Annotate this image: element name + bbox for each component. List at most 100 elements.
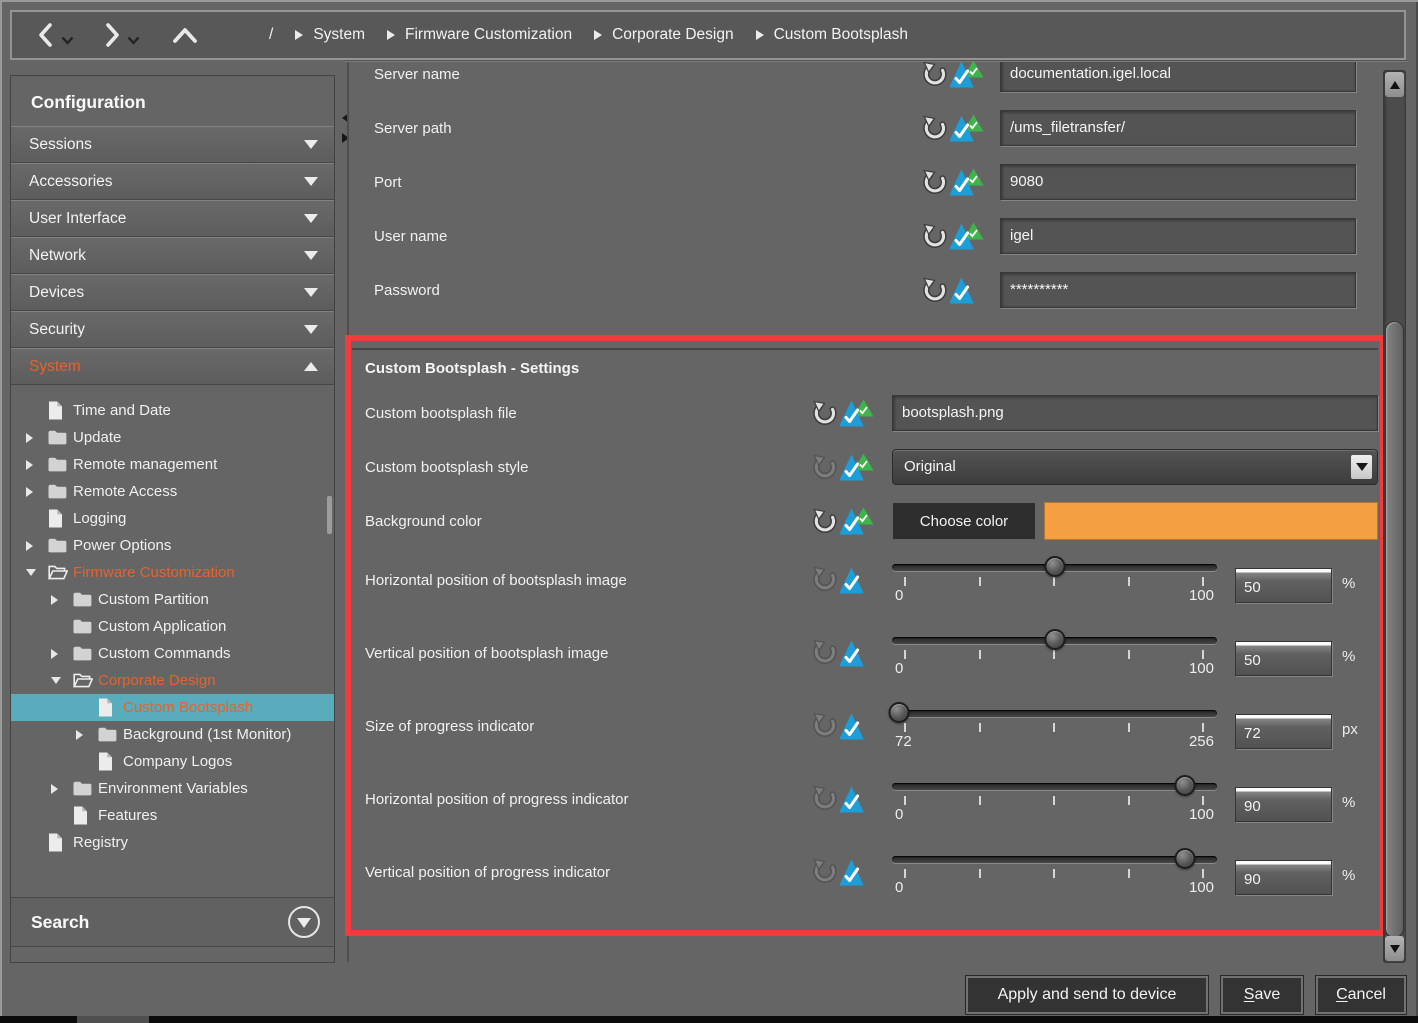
sidebar-section-user-interface[interactable]: User Interface bbox=[11, 200, 334, 237]
up-button[interactable] bbox=[172, 26, 198, 44]
tree-item-firmware-customization[interactable]: Firmware Customization bbox=[11, 559, 334, 586]
tree-item-registry[interactable]: Registry bbox=[11, 829, 334, 856]
expand-arrow-icon[interactable] bbox=[46, 649, 73, 659]
expand-arrow-icon[interactable] bbox=[21, 433, 48, 443]
forward-history-dropdown-icon[interactable] bbox=[127, 36, 140, 45]
scrollbar-thumb[interactable] bbox=[1385, 321, 1404, 938]
field-input-server-name[interactable]: documentation.igel.local bbox=[1000, 62, 1356, 92]
reset-icon[interactable] bbox=[922, 115, 948, 141]
back-button[interactable] bbox=[36, 22, 56, 48]
tree-item-remote-access[interactable]: Remote Access bbox=[11, 478, 334, 505]
sidebar-section-sessions[interactable]: Sessions bbox=[11, 126, 334, 163]
tree-item-power-options[interactable]: Power Options bbox=[11, 532, 334, 559]
field-input-port[interactable]: 9080 bbox=[1000, 164, 1356, 200]
slider-track[interactable] bbox=[892, 637, 1217, 644]
tree-item-custom-partition[interactable]: Custom Partition bbox=[11, 586, 334, 613]
breadcrumb-root[interactable]: / bbox=[269, 26, 273, 44]
button-cancel[interactable]: Cancel bbox=[1316, 976, 1406, 1014]
field-input-password[interactable]: ********** bbox=[1000, 272, 1356, 308]
slider-handle[interactable] bbox=[1174, 848, 1195, 869]
bootsplash-style-select[interactable]: Original bbox=[892, 449, 1378, 485]
setting-state-icon[interactable] bbox=[840, 507, 874, 536]
setting-state-icon[interactable] bbox=[950, 222, 984, 251]
scroll-up-button[interactable] bbox=[1385, 72, 1404, 97]
sidebar-section-system[interactable]: System bbox=[11, 348, 334, 385]
tick-mark bbox=[1202, 869, 1204, 878]
setting-state-icon[interactable] bbox=[840, 785, 874, 814]
button-apply-and-send-to-device[interactable]: Apply and send to device bbox=[966, 976, 1208, 1014]
slider-handle[interactable] bbox=[888, 702, 909, 723]
sidebar-splitter[interactable] bbox=[339, 113, 351, 159]
setting-state-icon[interactable] bbox=[840, 858, 874, 887]
expand-arrow-icon[interactable] bbox=[21, 460, 48, 470]
setting-state-icon[interactable] bbox=[840, 399, 874, 428]
slider-track[interactable] bbox=[892, 856, 1217, 863]
breadcrumb-item-system[interactable]: System bbox=[313, 26, 365, 44]
reset-icon[interactable] bbox=[812, 508, 838, 534]
field-input-server-path[interactable]: /ums_filetransfer/ bbox=[1000, 110, 1356, 146]
slider-value-input[interactable]: 50 bbox=[1235, 568, 1332, 603]
button-save[interactable]: Save bbox=[1221, 976, 1303, 1014]
tree-item-environment-variables[interactable]: Environment Variables bbox=[11, 775, 334, 802]
tree-item-features[interactable]: Features bbox=[11, 802, 334, 829]
expand-arrow-icon[interactable] bbox=[21, 487, 48, 497]
collapse-arrow-icon[interactable] bbox=[46, 677, 73, 684]
back-history-dropdown-icon[interactable] bbox=[61, 36, 74, 45]
sidebar-section-accessories[interactable]: Accessories bbox=[11, 163, 334, 200]
slider-value-input[interactable]: 72 bbox=[1235, 714, 1332, 749]
slider-value-input[interactable]: 90 bbox=[1235, 860, 1332, 895]
search-panel-header[interactable]: Search bbox=[11, 897, 334, 947]
breadcrumb-item-firmware-customization[interactable]: Firmware Customization bbox=[405, 26, 572, 44]
sidebar-section-devices[interactable]: Devices bbox=[11, 274, 334, 311]
expand-arrow-icon[interactable] bbox=[46, 595, 73, 605]
slider-handle[interactable] bbox=[1044, 556, 1065, 577]
slider-track[interactable] bbox=[892, 710, 1217, 717]
scroll-down-button[interactable] bbox=[1385, 936, 1404, 961]
tree-item-corporate-design[interactable]: Corporate Design bbox=[11, 667, 334, 694]
reset-icon[interactable] bbox=[922, 223, 948, 249]
forward-button[interactable] bbox=[102, 22, 122, 48]
setting-state-icon[interactable] bbox=[950, 276, 984, 305]
slider-value-input[interactable]: 90 bbox=[1235, 787, 1332, 822]
tree-item-logging[interactable]: Logging bbox=[11, 505, 334, 532]
expand-arrow-icon[interactable] bbox=[46, 784, 73, 794]
search-expand-button[interactable] bbox=[288, 906, 320, 938]
reset-icon[interactable] bbox=[922, 62, 948, 87]
setting-state-icon[interactable] bbox=[950, 62, 984, 89]
tree-item-background-1st-monitor[interactable]: Background (1st Monitor) bbox=[11, 721, 334, 748]
sidebar-scrollbar-thumb[interactable] bbox=[327, 496, 332, 534]
tree-item-custom-commands[interactable]: Custom Commands bbox=[11, 640, 334, 667]
tree-item-update[interactable]: Update bbox=[11, 424, 334, 451]
sidebar-section-network[interactable]: Network bbox=[11, 237, 334, 274]
reset-icon[interactable] bbox=[922, 277, 948, 303]
expand-arrow-icon[interactable] bbox=[71, 730, 98, 740]
setting-state-icon[interactable] bbox=[840, 453, 874, 482]
setting-state-icon[interactable] bbox=[950, 114, 984, 143]
tree-item-custom-bootsplash[interactable]: Custom Bootsplash bbox=[11, 694, 334, 721]
setting-state-icon[interactable] bbox=[840, 639, 874, 668]
setting-state-icon[interactable] bbox=[840, 712, 874, 741]
breadcrumb-item-custom-bootsplash[interactable]: Custom Bootsplash bbox=[774, 26, 908, 44]
slider-track[interactable] bbox=[892, 564, 1217, 571]
slider-handle[interactable] bbox=[1044, 629, 1065, 650]
sidebar-section-security[interactable]: Security bbox=[11, 311, 334, 348]
reset-icon[interactable] bbox=[922, 169, 948, 195]
setting-state-icon[interactable] bbox=[840, 566, 874, 595]
form-row-user-name: User nameigel bbox=[352, 209, 1380, 263]
slider-value-input[interactable]: 50 bbox=[1235, 641, 1332, 676]
folder-icon bbox=[73, 592, 98, 607]
bootsplash-file-input[interactable]: bootsplash.png bbox=[892, 395, 1378, 431]
slider-track[interactable] bbox=[892, 783, 1217, 790]
reset-icon[interactable] bbox=[812, 400, 838, 426]
breadcrumb-item-corporate-design[interactable]: Corporate Design bbox=[612, 26, 733, 44]
slider-handle[interactable] bbox=[1174, 775, 1195, 796]
tree-item-company-logos[interactable]: Company Logos bbox=[11, 748, 334, 775]
choose-color-button[interactable]: Choose color bbox=[892, 502, 1036, 540]
setting-state-icon[interactable] bbox=[950, 168, 984, 197]
expand-arrow-icon[interactable] bbox=[21, 541, 48, 551]
field-input-user-name[interactable]: igel bbox=[1000, 218, 1356, 254]
tree-item-custom-application[interactable]: Custom Application bbox=[11, 613, 334, 640]
tree-item-time-and-date[interactable]: Time and Date bbox=[11, 397, 334, 424]
collapse-arrow-icon[interactable] bbox=[21, 569, 48, 576]
tree-item-remote-management[interactable]: Remote management bbox=[11, 451, 334, 478]
